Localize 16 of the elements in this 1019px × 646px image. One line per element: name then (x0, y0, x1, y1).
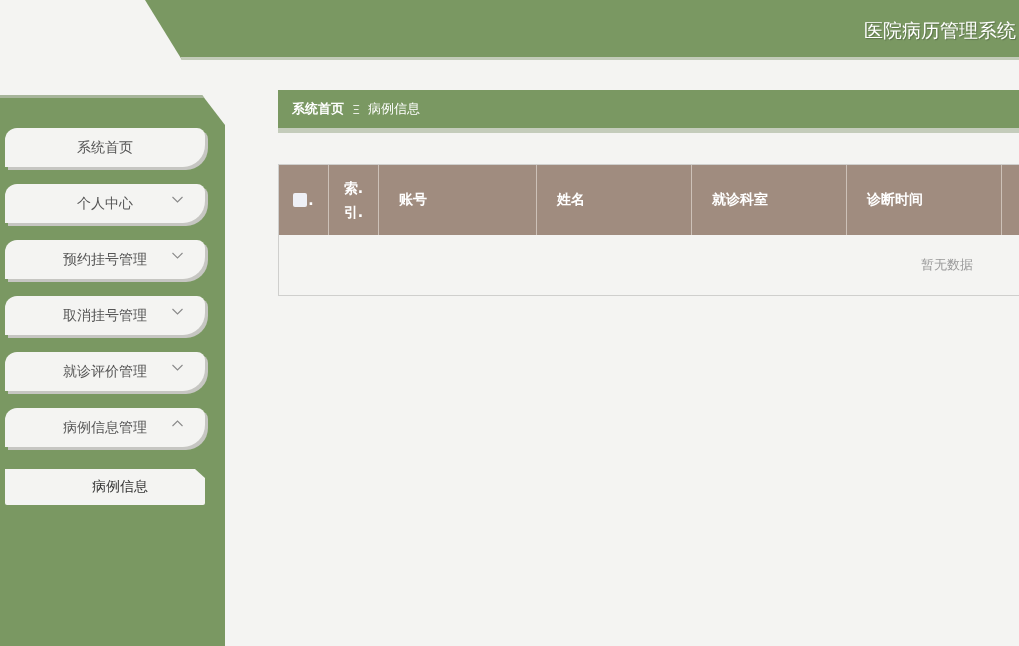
menu-item[interactable]: 取消挂号管理 (5, 296, 205, 335)
empty-message: 暂无数据 (921, 256, 973, 274)
column-header: 就诊科室 (712, 191, 768, 209)
menu-item[interactable]: 就诊评价管理 (5, 352, 205, 391)
column-header: 账号 (399, 191, 427, 209)
breadcrumb-current: 病例信息 (368, 100, 421, 118)
column-header: 诊断时间 (867, 191, 923, 209)
menu-item[interactable]: 系统首页 (5, 128, 205, 167)
menu-item[interactable]: 预约挂号管理 (5, 240, 205, 279)
column-header: 索.引. (342, 179, 365, 222)
column-header: 姓名 (557, 191, 585, 209)
breadcrumb-separator: Ξ (352, 101, 361, 117)
submenu-item[interactable]: 病例信息 (5, 469, 205, 505)
menu-item[interactable]: 病例信息管理 (5, 408, 205, 447)
app-title: 医院病历管理系统 (864, 18, 1016, 43)
menu-item[interactable]: 个人中心 (5, 184, 205, 223)
